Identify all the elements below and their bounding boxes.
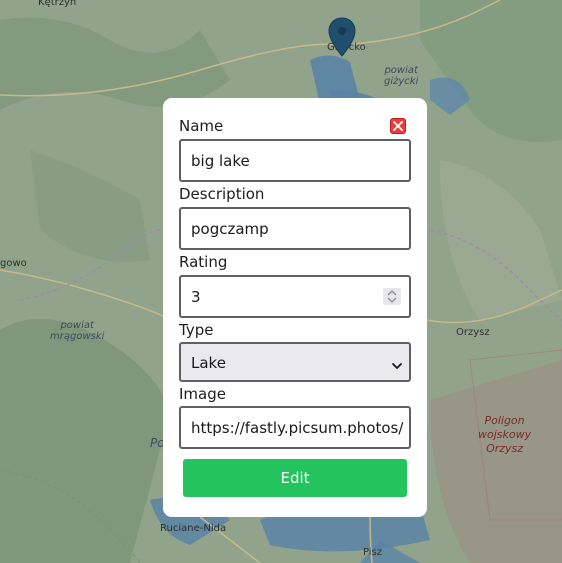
name-input-value: big lake xyxy=(191,152,250,170)
region-label-powiat-gizycki: powiat giżycki xyxy=(384,65,419,87)
image-label: Image xyxy=(179,385,226,403)
image-url-input[interactable]: https://fastly.picsum.photos/id xyxy=(179,406,411,449)
region-label-poligon-wojskowy-orzysz: Poligon wojskowy Orzysz xyxy=(478,414,532,455)
place-label-ruciane-nida: Ruciane-Nida xyxy=(160,523,227,534)
close-button[interactable] xyxy=(390,118,406,134)
map-pin-icon[interactable] xyxy=(328,17,356,57)
chevron-down-icon xyxy=(391,357,403,375)
name-input[interactable]: big lake xyxy=(179,139,411,182)
place-label-orzysz: Orzysz xyxy=(456,327,490,338)
rating-label: Rating xyxy=(179,253,228,271)
type-select[interactable]: Lake xyxy=(179,342,411,382)
rating-spinner-icon[interactable] xyxy=(383,288,401,305)
description-input[interactable]: pogczamp xyxy=(179,207,411,250)
rating-input-value: 3 xyxy=(191,288,201,306)
place-label-mragowo: gowo xyxy=(0,258,27,269)
description-label: Description xyxy=(179,185,265,203)
name-label: Name xyxy=(179,117,224,135)
description-input-value: pogczamp xyxy=(191,220,269,238)
place-label-pisz: Pisz xyxy=(363,547,383,558)
region-label-powiat-mragowski: powiat mrągowski xyxy=(50,320,105,342)
place-label-ketrzyn: Kętrzyn xyxy=(38,0,77,8)
edit-place-dialog: Name big lake Description pogczamp Ratin… xyxy=(163,98,427,517)
type-select-value: Lake xyxy=(191,354,226,372)
edit-button[interactable]: Edit xyxy=(183,459,407,497)
rating-input[interactable]: 3 xyxy=(179,275,411,318)
image-url-input-value: https://fastly.picsum.photos/id xyxy=(191,419,403,437)
type-label: Type xyxy=(179,321,214,339)
